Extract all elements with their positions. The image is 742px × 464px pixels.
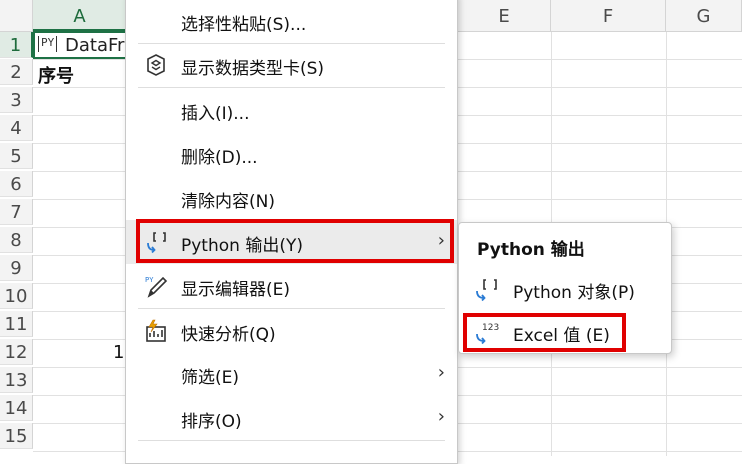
menu-item-label: 清除内容(N) bbox=[181, 192, 275, 212]
data-type-card-icon bbox=[147, 54, 165, 76]
cell-a12-value[interactable]: 1 bbox=[113, 342, 124, 363]
column-header-f[interactable]: F bbox=[551, 0, 666, 31]
highlight-box-excel-value bbox=[463, 313, 626, 352]
menu-item-quick-analysis[interactable]: 快速分析(Q) bbox=[126, 309, 457, 353]
menu-item-label: 显示数据类型卡(S) bbox=[181, 59, 325, 79]
submenu-item-python-object[interactable]: Python 对象(P) bbox=[459, 269, 671, 309]
quick-analysis-icon bbox=[146, 319, 166, 342]
row-header-6[interactable]: 6 bbox=[0, 171, 33, 197]
menu-separator bbox=[138, 440, 445, 441]
row-col-corner[interactable] bbox=[0, 0, 33, 31]
row-header-15[interactable]: 15 bbox=[0, 423, 33, 449]
column-header-e[interactable]: E bbox=[458, 0, 551, 31]
row-header-14[interactable]: 14 bbox=[0, 395, 33, 421]
row-header-13[interactable]: 13 bbox=[0, 367, 33, 393]
menu-item-label: 插入(I)... bbox=[181, 104, 250, 124]
column-header-a[interactable]: A bbox=[33, 0, 127, 31]
menu-item-sort[interactable]: 排序(O) › bbox=[126, 396, 457, 440]
row-header-10[interactable]: 10 bbox=[0, 283, 33, 309]
row-header-2[interactable]: 2 bbox=[0, 59, 33, 85]
highlight-box-python-output bbox=[136, 219, 454, 263]
menu-item-label: 选择性粘贴(S)... bbox=[181, 15, 307, 35]
row-header-5[interactable]: 5 bbox=[0, 143, 33, 169]
submenu-item-label: Python 对象(P) bbox=[513, 283, 635, 303]
python-editor-icon: PY bbox=[145, 276, 168, 298]
menu-item-clear-contents[interactable]: 清除内容(N) bbox=[126, 176, 457, 220]
row-header-11[interactable]: 11 bbox=[0, 311, 33, 337]
menu-item-delete[interactable]: 删除(D)... bbox=[126, 132, 457, 176]
cell-a2-value[interactable]: 序号 bbox=[38, 62, 74, 88]
python-object-icon bbox=[476, 279, 497, 302]
row-header-3[interactable]: 3 bbox=[0, 87, 33, 113]
row-header-7[interactable]: 7 bbox=[0, 199, 33, 225]
menu-item-insert[interactable]: 插入(I)... bbox=[126, 88, 457, 132]
menu-item-label: 筛选(E) bbox=[181, 368, 240, 388]
chevron-right-icon: › bbox=[437, 362, 445, 383]
cell-a1-selected[interactable]: PY DataFr bbox=[33, 31, 127, 59]
cell-a1-value: DataFr bbox=[65, 35, 125, 56]
menu-item-label: 删除(D)... bbox=[181, 148, 258, 168]
chevron-right-icon: › bbox=[437, 406, 445, 427]
row-header-1[interactable]: 1 bbox=[0, 32, 33, 58]
row-header-4[interactable]: 4 bbox=[0, 115, 33, 141]
menu-item-label: 快速分析(Q) bbox=[181, 325, 276, 345]
menu-item-show-data-type-card[interactable]: 显示数据类型卡(S) bbox=[126, 43, 457, 87]
svg-text:PY: PY bbox=[145, 276, 154, 284]
menu-item-show-editor[interactable]: PY 显示编辑器(E) bbox=[126, 264, 457, 308]
menu-item-label: 显示编辑器(E) bbox=[181, 280, 291, 300]
row-header-8[interactable]: 8 bbox=[0, 227, 33, 253]
row-header-12[interactable]: 12 bbox=[0, 339, 33, 365]
row-header-9[interactable]: 9 bbox=[0, 255, 33, 281]
column-header-g[interactable]: G bbox=[666, 0, 742, 31]
menu-item-filter[interactable]: 筛选(E) › bbox=[126, 352, 457, 396]
python-cell-icon: PY bbox=[38, 36, 58, 52]
menu-item-paste-special[interactable]: 选择性粘贴(S)... bbox=[126, 0, 457, 43]
menu-item-label: 排序(O) bbox=[181, 412, 242, 432]
submenu-title: Python 输出 bbox=[477, 240, 585, 260]
